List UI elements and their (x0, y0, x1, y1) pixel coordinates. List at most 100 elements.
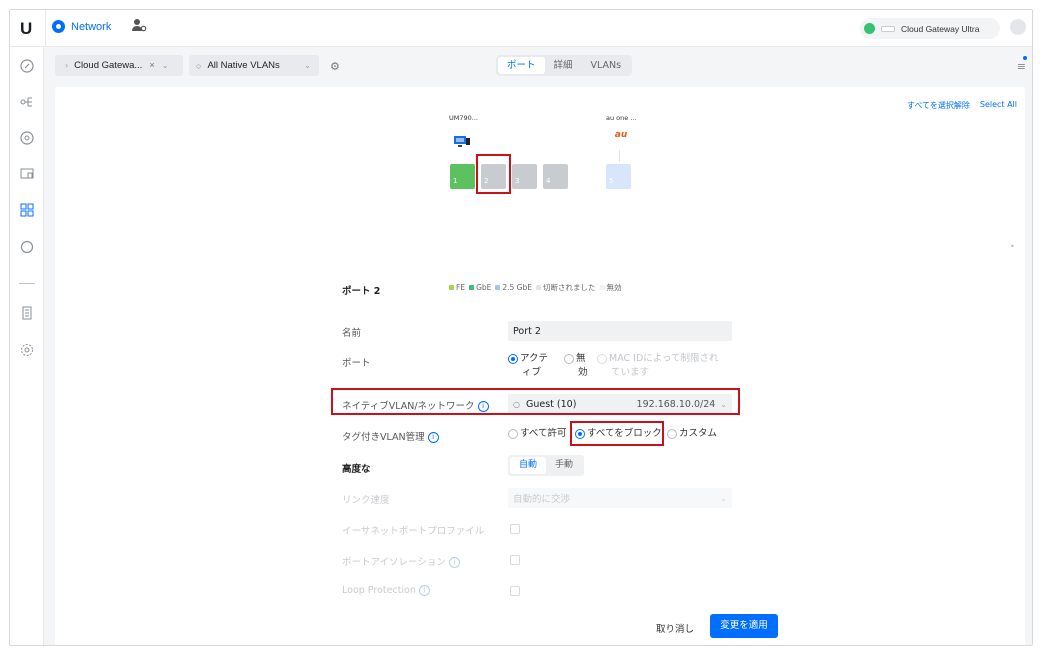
link-speed-label: リンク速度 (342, 495, 390, 506)
network-app-label: Network (71, 20, 112, 33)
port-number: 3 (515, 177, 520, 185)
legend-label: GbE (476, 283, 492, 292)
filter-icon[interactable]: ≡ (1017, 60, 1026, 73)
divider (45, 10, 46, 47)
highlight-native-vlan (331, 388, 740, 415)
network-app-tab[interactable]: Network (52, 20, 111, 33)
status-online-icon (864, 23, 875, 34)
link-speed-value: 自動的に交渉 (513, 494, 571, 505)
advanced-manual-option[interactable]: 手動 (546, 457, 582, 474)
option-label: すべて許可 (520, 428, 567, 439)
legend-item: 2.5 GbE (495, 283, 532, 292)
legend-swatch (469, 285, 475, 290)
au-logo: au (614, 130, 628, 140)
legend-item: 無効 (599, 282, 622, 293)
tagged-allow-all-radio[interactable]: すべて許可 (508, 427, 566, 441)
legend-item: FE (449, 283, 465, 292)
port-legend: FE GbE 2.5 GbE 切断されました 無効 (449, 282, 622, 293)
tagged-custom-radio[interactable]: カスタム (667, 427, 717, 441)
loop-protection-checkbox[interactable] (510, 586, 520, 596)
vlan-filter-dropdown[interactable]: ○ All Native VLANs ⌄ (189, 55, 319, 76)
ports-icon[interactable] (20, 203, 34, 217)
collapse-dot: • (1010, 242, 1015, 251)
deselect-all-link[interactable]: すべてを選択解除 (907, 100, 970, 111)
gateway-selector[interactable]: Cloud Gateway Ultra (860, 18, 1000, 39)
info-icon[interactable]: i (448, 557, 460, 568)
name-input[interactable]: Port 2 (508, 321, 732, 341)
tagged-vlan-label-text: タグ付きVLAN管理 (342, 432, 425, 443)
advanced-auto-option[interactable]: 自動 (510, 457, 547, 474)
port-4[interactable]: 4 (543, 164, 568, 189)
tab-ports[interactable]: ポート (498, 57, 545, 74)
legend-label: FE (456, 283, 466, 292)
port-mac-restricted-radio[interactable]: MAC IDによって制限され ています (597, 352, 719, 380)
chevron-left-icon: › (65, 60, 69, 71)
loop-protection-label-text: Loop Protection (342, 585, 416, 596)
device-filter-dropdown[interactable]: › Cloud Gatewa... × ⌄ (55, 55, 183, 76)
advanced-label: 高度な (342, 464, 371, 475)
info-icon[interactable]: i (427, 432, 439, 443)
option-label: MAC IDによって制限され (609, 353, 719, 364)
port-3[interactable]: 3 (512, 164, 537, 189)
radio-icon (508, 428, 518, 439)
device-filter-value: Cloud Gatewa... (74, 60, 143, 71)
apply-changes-button[interactable]: 変更を適用 (710, 614, 778, 638)
port-5[interactable]: 5 (606, 164, 631, 189)
logs-icon[interactable] (20, 306, 34, 320)
port-number: 4 (546, 177, 551, 185)
advanced-toggle: 自動 手動 (508, 455, 585, 476)
settings-icon[interactable] (20, 343, 34, 357)
tab-vlans[interactable]: VLANs (582, 57, 631, 74)
sidebar (10, 47, 44, 645)
avatar[interactable] (1010, 19, 1026, 35)
radio-selected-icon (508, 353, 518, 364)
port-label: ポート (342, 358, 371, 369)
clients-icon[interactable] (20, 167, 34, 181)
clear-icon[interactable]: × (149, 60, 155, 71)
chevron-down-icon: ⌄ (304, 61, 311, 70)
name-input-value: Port 2 (513, 325, 541, 337)
port-active-radio[interactable]: アクテ ィブ (508, 352, 548, 380)
ubiquiti-logo[interactable]: U (20, 19, 32, 39)
legend-item: GbE (469, 283, 491, 292)
chevron-down-icon: ⌄ (720, 493, 727, 503)
notification-dot (1023, 56, 1027, 60)
port-number: 1 (453, 177, 458, 185)
vlan-filter-value: All Native VLANs (207, 60, 280, 71)
computer-icon (453, 133, 471, 152)
radio-icon (564, 353, 574, 364)
port-disabled-radio[interactable]: 無 効 (564, 352, 588, 380)
port-isolation-label-text: ポートアイソレーション (342, 557, 446, 568)
radio-icon (667, 428, 677, 439)
uplink-line (619, 150, 620, 162)
port-isolation-checkbox[interactable] (510, 555, 520, 565)
legend-label: 2.5 GbE (502, 283, 532, 292)
dashboard-icon[interactable] (20, 59, 34, 73)
search-icon: ○ (196, 60, 202, 71)
user-settings-icon[interactable] (131, 18, 147, 36)
tab-details[interactable]: 詳細 (545, 57, 582, 74)
cancel-button[interactable]: 取り消し (656, 621, 694, 635)
option-label-cont: ています (611, 367, 650, 378)
port-1[interactable]: 1 (450, 164, 475, 189)
gear-icon[interactable]: ⚙ (330, 60, 340, 73)
option-label: カスタム (679, 428, 718, 439)
legend-label: 無効 (606, 283, 622, 292)
link-speed-select[interactable]: 自動的に交渉 ⌄ (508, 488, 732, 508)
option-label-cont: 効 (578, 367, 588, 378)
select-all-link[interactable]: Select All (980, 100, 1017, 111)
insights-icon[interactable] (20, 240, 34, 254)
ethernet-profile-checkbox[interactable] (510, 524, 520, 534)
highlight-selected-port (476, 154, 511, 194)
info-icon[interactable]: i (418, 585, 430, 596)
legend-label: 切断されました (543, 283, 596, 292)
port-number: 5 (609, 177, 614, 185)
app-window: U Network Cloud Gateway Ultra › Cloud Ga… (9, 9, 1033, 646)
device-name: au one ... (606, 114, 637, 122)
topology-icon[interactable] (20, 95, 34, 109)
devices-icon[interactable] (20, 131, 34, 145)
radio-icon (597, 353, 607, 364)
device-name: UM790... (449, 114, 478, 122)
option-label: 無 (576, 353, 586, 364)
legend-swatch (449, 285, 454, 290)
